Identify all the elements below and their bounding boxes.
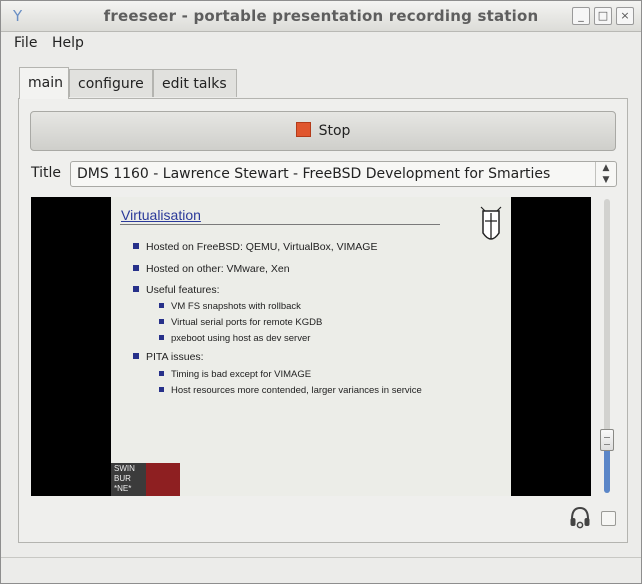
slide-divider	[120, 224, 440, 225]
presentation-slide: Virtualisation Hosted on FreeBSD: QEMU, …	[111, 197, 511, 496]
slide-sub-bullet: Host resources more contended, larger va…	[159, 385, 422, 396]
select-arrows-icon[interactable]: ▲ ▼	[595, 162, 616, 186]
app-window: Y freeseer - portable presentation recor…	[0, 0, 642, 584]
audio-feedback-checkbox[interactable]	[601, 511, 616, 526]
headphones-icon	[570, 506, 590, 529]
video-preview: Virtualisation Hosted on FreeBSD: QEMU, …	[31, 197, 591, 496]
slide-sub-bullet: VM FS snapshots with rollback	[159, 301, 301, 312]
menu-bar: File Help	[1, 32, 641, 56]
slide-bullet: Hosted on other: VMware, Xen	[133, 263, 290, 275]
tab-configure[interactable]: configure	[69, 69, 153, 97]
volume-slider-handle[interactable]	[600, 429, 614, 451]
talk-title-select[interactable]: DMS 1160 - Lawrence Stewart - FreeBSD De…	[70, 161, 617, 187]
window-title: freeseer - portable presentation recordi…	[103, 7, 539, 25]
stop-button[interactable]: Stop	[30, 111, 616, 151]
stop-icon	[295, 122, 311, 137]
minimize-button[interactable]: _	[572, 7, 590, 25]
title-bar[interactable]: Y freeseer - portable presentation recor…	[1, 1, 641, 32]
swinburne-logo: SWIN BUR *NE*	[111, 463, 146, 496]
maximize-button[interactable]: □	[594, 7, 612, 25]
main-panel: Stop Title DMS 1160 - Lawrence Stewart -…	[18, 98, 628, 543]
menu-file[interactable]: File	[14, 35, 37, 51]
slide-logo-block	[146, 463, 180, 496]
slide-sub-bullet: Timing is bad except for VIMAGE	[159, 369, 311, 380]
slide-bullet: Hosted on FreeBSD: QEMU, VirtualBox, VIM…	[133, 241, 377, 253]
stop-button-label: Stop	[318, 123, 351, 139]
tab-main[interactable]: main	[19, 67, 69, 99]
slide-sub-bullet: Virtual serial ports for remote KGDB	[159, 317, 322, 328]
menu-help[interactable]: Help	[52, 35, 84, 51]
selected-talk-value: DMS 1160 - Lawrence Stewart - FreeBSD De…	[77, 166, 551, 182]
close-button[interactable]: ×	[616, 7, 634, 25]
volume-slider-fill	[604, 444, 610, 493]
slide-sub-bullet: pxeboot using host as dev server	[159, 333, 310, 344]
slide-title: Virtualisation	[121, 207, 201, 223]
tab-edit-talks[interactable]: edit talks	[153, 69, 237, 97]
slide-bullet: PITA issues:	[133, 351, 204, 363]
status-bar	[1, 557, 641, 584]
slide-bullet: Useful features:	[133, 284, 220, 296]
title-label: Title	[31, 165, 62, 181]
university-crest-icon	[480, 206, 502, 240]
